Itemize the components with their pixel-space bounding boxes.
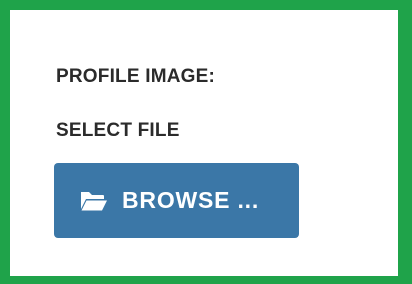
folder-open-icon — [80, 190, 108, 212]
browse-button-label: BROWSE ... — [122, 187, 260, 213]
browse-button[interactable]: BROWSE ... — [54, 163, 299, 238]
profile-image-label: PROFILE IMAGE: — [56, 66, 216, 87]
file-upload-panel: PROFILE IMAGE: SELECT FILE BROWSE ... — [0, 0, 412, 284]
select-file-label: SELECT FILE — [56, 120, 180, 141]
highlight-border-left — [0, 0, 10, 284]
highlight-border-top — [0, 0, 412, 10]
highlight-border-right — [398, 0, 412, 284]
highlight-border-bottom — [0, 276, 412, 284]
